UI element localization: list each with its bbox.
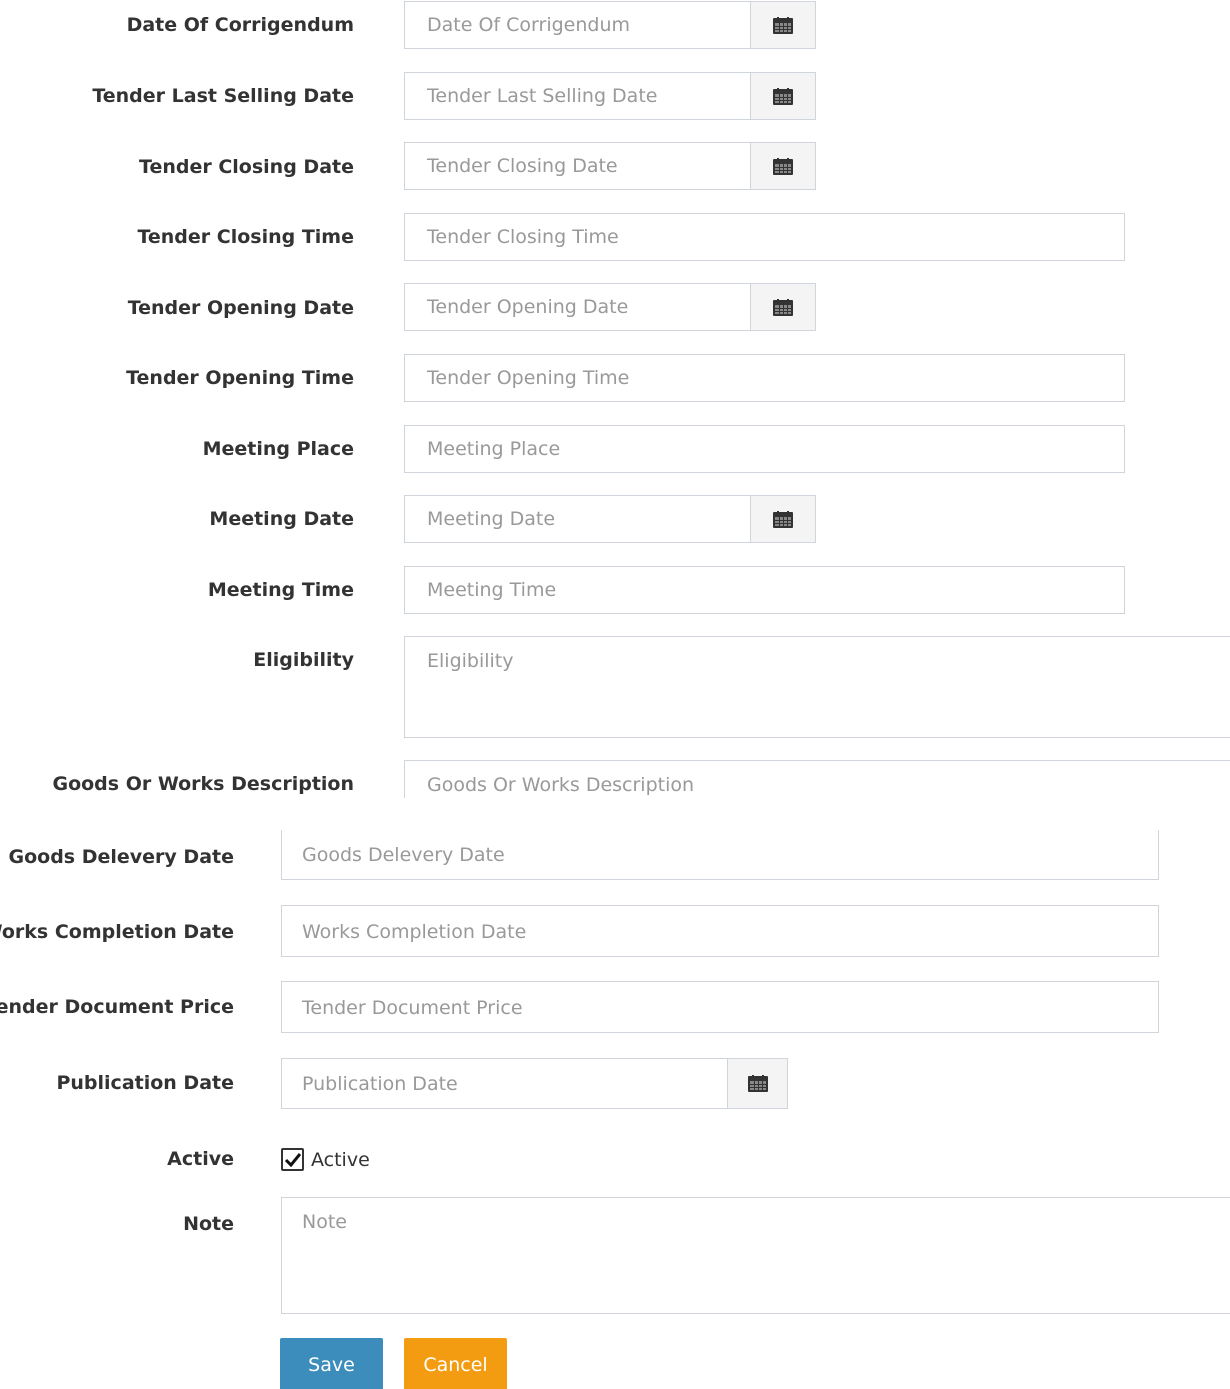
tender-opening-time-input[interactable]: Tender Opening Time bbox=[404, 354, 1125, 402]
active-label: Active bbox=[167, 1148, 234, 1170]
calendar-icon bbox=[773, 87, 793, 105]
tender-document-price-label: Tender Document Price bbox=[0, 996, 234, 1018]
date-of-corrigendum-input[interactable]: Date Of Corrigendum bbox=[404, 1, 751, 49]
tender-form-upper: Date Of Corrigendum Date Of Corrigendum … bbox=[0, 0, 1230, 798]
tender-opening-time-label: Tender Opening Time bbox=[126, 367, 354, 389]
meeting-place-input[interactable]: Meeting Place bbox=[404, 425, 1125, 473]
tender-closing-time-input[interactable]: Tender Closing Time bbox=[404, 213, 1125, 261]
tender-opening-date-label: Tender Opening Date bbox=[127, 297, 354, 319]
tender-last-selling-date-label: Tender Last Selling Date bbox=[92, 85, 354, 107]
tender-document-price-input[interactable]: Tender Document Price bbox=[281, 981, 1159, 1033]
works-completion-date-input[interactable]: Works Completion Date bbox=[281, 905, 1159, 957]
active-checkbox-group: Active bbox=[281, 1148, 370, 1171]
meeting-time-label: Meeting Time bbox=[207, 579, 354, 601]
publication-date-input[interactable]: Publication Date bbox=[281, 1058, 728, 1109]
active-checkbox[interactable] bbox=[281, 1148, 304, 1171]
goods-or-works-description-textarea[interactable]: Goods Or Works Description bbox=[404, 760, 1230, 798]
calendar-icon bbox=[773, 298, 793, 316]
tender-last-selling-date-calendar-button[interactable] bbox=[750, 72, 816, 120]
note-label: Note bbox=[183, 1213, 234, 1235]
meeting-date-calendar-button[interactable] bbox=[750, 495, 816, 543]
goods-or-works-description-label: Goods Or Works Description bbox=[52, 773, 354, 795]
date-of-corrigendum-calendar-button[interactable] bbox=[750, 1, 816, 49]
eligibility-label: Eligibility bbox=[253, 649, 354, 671]
calendar-icon bbox=[773, 16, 793, 34]
date-of-corrigendum-label: Date Of Corrigendum bbox=[126, 14, 354, 36]
goods-delevery-date-input[interactable]: Goods Delevery Date bbox=[281, 830, 1159, 880]
tender-form-lower: Goods Delevery Date Goods Delevery Date … bbox=[0, 830, 1230, 1389]
tender-opening-date-calendar-button[interactable] bbox=[750, 283, 816, 331]
publication-date-calendar-button[interactable] bbox=[727, 1058, 788, 1109]
calendar-icon bbox=[773, 510, 793, 528]
tender-closing-time-label: Tender Closing Time bbox=[137, 226, 354, 248]
active-checkbox-label: Active bbox=[311, 1148, 370, 1171]
note-textarea[interactable]: Note bbox=[281, 1197, 1230, 1314]
goods-delevery-date-label: Goods Delevery Date bbox=[8, 846, 235, 868]
tender-last-selling-date-input[interactable]: Tender Last Selling Date bbox=[404, 72, 751, 120]
tender-closing-date-calendar-button[interactable] bbox=[750, 142, 816, 190]
meeting-date-input[interactable]: Meeting Date bbox=[404, 495, 751, 543]
calendar-icon bbox=[747, 1075, 768, 1092]
tender-opening-date-input[interactable]: Tender Opening Date bbox=[404, 283, 751, 331]
meeting-time-input[interactable]: Meeting Time bbox=[404, 566, 1125, 614]
works-completion-date-label: Works Completion Date bbox=[0, 921, 234, 943]
tender-closing-date-input[interactable]: Tender Closing Date bbox=[404, 142, 751, 190]
cancel-button[interactable]: Cancel bbox=[404, 1338, 507, 1389]
eligibility-textarea[interactable]: Eligibility bbox=[404, 636, 1230, 738]
publication-date-label: Publication Date bbox=[56, 1072, 234, 1094]
save-button[interactable]: Save bbox=[280, 1338, 383, 1389]
tender-closing-date-label: Tender Closing Date bbox=[139, 156, 354, 178]
calendar-icon bbox=[773, 157, 793, 175]
checkmark-icon bbox=[284, 1152, 301, 1167]
meeting-place-label: Meeting Place bbox=[202, 438, 354, 460]
meeting-date-label: Meeting Date bbox=[209, 508, 354, 530]
